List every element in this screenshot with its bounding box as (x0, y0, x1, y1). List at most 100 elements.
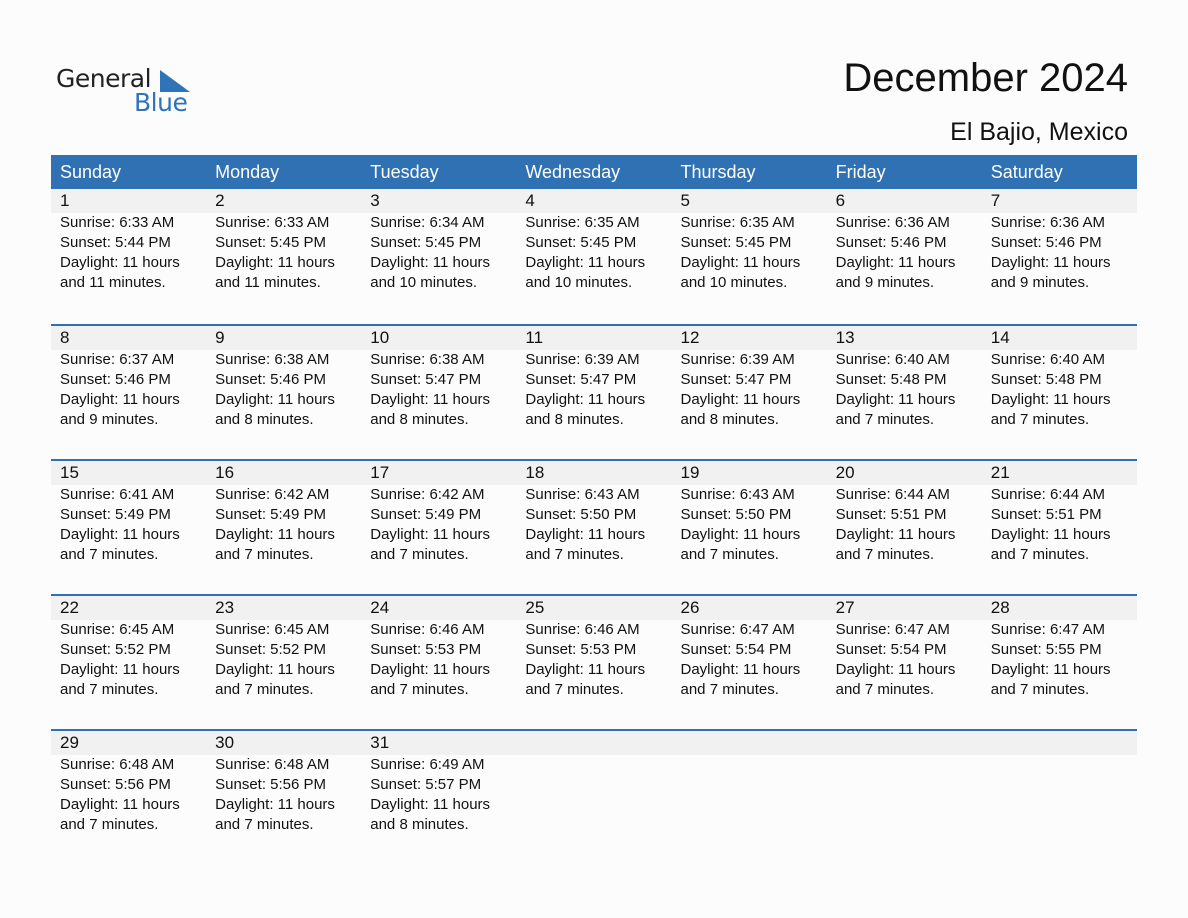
day-cell: 5 Sunrise: 6:35 AM Sunset: 5:45 PM Daylight… (672, 189, 827, 293)
day-number: 8 (60, 328, 70, 347)
daylight-text: Daylight: 11 hours (60, 661, 180, 678)
logo-word-blue: Blue (134, 88, 188, 117)
daylight-minutes-text: and 7 minutes. (835, 681, 935, 698)
daylight-minutes-text: and 7 minutes. (990, 681, 1090, 698)
sunrise-text: Sunrise: 6:42 AM (215, 486, 330, 503)
sunrise-text: Sunrise: 6:33 AM (60, 214, 175, 231)
week-cells: 15 Sunrise: 6:41 AM Sunset: 5:49 PM Dayligh… (51, 461, 1137, 565)
daylight-minutes-text: and 7 minutes. (525, 681, 624, 698)
daylight-text: Daylight: 11 hours (990, 526, 1111, 543)
sunrise-text: Sunrise: 6:46 AM (525, 621, 640, 638)
day-cell: 26 Sunrise: 6:47 AM Sunset: 5:54 PM Dayligh… (672, 596, 827, 700)
sunrise-text: Sunrise: 6:37 AM (60, 351, 175, 368)
sunrise-text: Sunrise: 6:35 AM (680, 214, 795, 231)
daylight-text: Daylight: 11 hours (215, 254, 335, 271)
day-number: 15 (60, 463, 79, 482)
day-cell: 30 Sunrise: 6:48 AM Sunset: 5:56 PM Dayligh… (206, 731, 361, 835)
week-row: 22 Sunrise: 6:45 AM Sunset: 5:52 PM Dayligh… (51, 594, 1137, 729)
daylight-minutes-text: and 7 minutes. (835, 546, 935, 563)
day-number: 14 (990, 328, 1010, 347)
sunrise-text: Sunrise: 6:38 AM (215, 351, 330, 368)
sunset-text: Sunset: 5:45 PM (680, 234, 792, 251)
sunset-text: Sunset: 5:54 PM (680, 641, 792, 658)
day-cell: 12 Sunrise: 6:39 AM Sunset: 5:47 PM Dayligh… (672, 326, 827, 430)
daylight-text: Daylight: 11 hours (60, 254, 180, 271)
daylight-text: Daylight: 11 hours (990, 391, 1111, 408)
daylight-minutes-text: and 7 minutes. (680, 681, 779, 698)
sunset-text: Sunset: 5:46 PM (990, 234, 1102, 251)
sunrise-text: Sunrise: 6:47 AM (835, 621, 950, 638)
sunrise-text: Sunrise: 6:45 AM (60, 621, 175, 638)
sunset-text: Sunset: 5:49 PM (215, 506, 327, 523)
daylight-minutes-text: and 8 minutes. (370, 411, 469, 428)
sunset-text: Sunset: 5:46 PM (215, 371, 327, 388)
daylight-text: Daylight: 11 hours (370, 254, 491, 271)
day-number: 4 (525, 191, 535, 210)
day-cell: 24 Sunrise: 6:46 AM Sunset: 5:53 PM Dayligh… (361, 596, 516, 700)
sunrise-text: Sunrise: 6:40 AM (990, 351, 1105, 368)
weekday-header: Sunday (60, 162, 122, 182)
daylight-minutes-text: and 7 minutes. (525, 546, 624, 563)
daylight-text: Daylight: 11 hours (990, 254, 1111, 271)
sunrise-text: Sunrise: 6:39 AM (525, 351, 640, 368)
day-number: 10 (370, 328, 390, 347)
day-cell: 3 Sunrise: 6:34 AM Sunset: 5:45 PM Daylight… (361, 189, 516, 293)
sunrise-text: Sunrise: 6:44 AM (990, 486, 1105, 503)
sunset-text: Sunset: 5:47 PM (370, 371, 482, 388)
sunset-text: Sunset: 5:48 PM (835, 371, 947, 388)
daylight-minutes-text: and 10 minutes. (525, 274, 633, 291)
day-number: 13 (835, 328, 855, 347)
week-cells: 29 Sunrise: 6:48 AM Sunset: 5:56 PM Dayligh… (51, 731, 1137, 835)
sunrise-text: Sunrise: 6:48 AM (60, 756, 175, 773)
daylight-text: Daylight: 11 hours (525, 661, 646, 678)
sunrise-text: Sunrise: 6:41 AM (60, 486, 175, 503)
day-number: 20 (835, 463, 855, 482)
sunrise-text: Sunrise: 6:38 AM (370, 351, 485, 368)
sunset-text: Sunset: 5:51 PM (990, 506, 1102, 523)
sunrise-text: Sunrise: 6:39 AM (680, 351, 795, 368)
day-cell: 14 Sunrise: 6:40 AM Sunset: 5:48 PM Dayligh… (982, 326, 1137, 430)
day-cell: 8 Sunrise: 6:37 AM Sunset: 5:46 PM Daylight… (51, 326, 206, 430)
daylight-minutes-text: and 9 minutes. (60, 411, 159, 428)
day-cell: 19 Sunrise: 6:43 AM Sunset: 5:50 PM Dayligh… (672, 461, 827, 565)
day-number: 31 (370, 733, 390, 752)
day-number: 25 (525, 598, 545, 617)
weekday-header-row: Sunday Monday Tuesday Wednesday Thursday… (51, 155, 1137, 189)
day-cell: 23 Sunrise: 6:45 AM Sunset: 5:52 PM Dayligh… (206, 596, 361, 700)
daylight-text: Daylight: 11 hours (680, 661, 801, 678)
sunset-text: Sunset: 5:56 PM (215, 776, 327, 793)
daylight-text: Daylight: 11 hours (525, 391, 646, 408)
day-number: 30 (215, 733, 235, 752)
daylight-text: Daylight: 11 hours (680, 526, 801, 543)
day-number: 11 (525, 328, 544, 347)
day-number: 12 (680, 328, 700, 347)
daylight-minutes-text: and 7 minutes. (60, 681, 159, 698)
daylight-minutes-text: and 11 minutes. (60, 274, 166, 291)
daylight-text: Daylight: 11 hours (835, 391, 956, 408)
weekday-header: Friday (835, 162, 886, 182)
day-cell: 1 Sunrise: 6:33 AM Sunset: 5:44 PM Daylight… (51, 189, 206, 293)
daylight-minutes-text: and 9 minutes. (835, 274, 935, 291)
sunset-text: Sunset: 5:50 PM (680, 506, 792, 523)
empty-day-cell (516, 731, 671, 835)
daylight-text: Daylight: 11 hours (215, 391, 335, 408)
day-cell: 9 Sunrise: 6:38 AM Sunset: 5:46 PM Daylight… (206, 326, 361, 430)
week-cells: 8 Sunrise: 6:37 AM Sunset: 5:46 PM Daylight… (51, 326, 1137, 430)
sunset-text: Sunset: 5:44 PM (60, 234, 171, 251)
day-number: 28 (990, 598, 1010, 617)
day-cell: 22 Sunrise: 6:45 AM Sunset: 5:52 PM Dayligh… (51, 596, 206, 700)
daylight-minutes-text: and 7 minutes. (60, 546, 159, 563)
day-cell: 29 Sunrise: 6:48 AM Sunset: 5:56 PM Dayligh… (51, 731, 206, 835)
day-cell: 18 Sunrise: 6:43 AM Sunset: 5:50 PM Dayligh… (516, 461, 671, 565)
daylight-text: Daylight: 11 hours (370, 526, 491, 543)
empty-day-cell (982, 731, 1137, 835)
daylight-minutes-text: and 7 minutes. (215, 681, 314, 698)
sunset-text: Sunset: 5:45 PM (215, 234, 327, 251)
location-subtitle: El Bajio, Mexico (950, 118, 1128, 146)
empty-day-cell (827, 731, 982, 835)
sunrise-text: Sunrise: 6:35 AM (525, 214, 640, 231)
sunrise-text: Sunrise: 6:43 AM (680, 486, 795, 503)
day-cell: 13 Sunrise: 6:40 AM Sunset: 5:48 PM Dayligh… (827, 326, 982, 430)
sunrise-text: Sunrise: 6:45 AM (215, 621, 330, 638)
sunset-text: Sunset: 5:49 PM (370, 506, 482, 523)
